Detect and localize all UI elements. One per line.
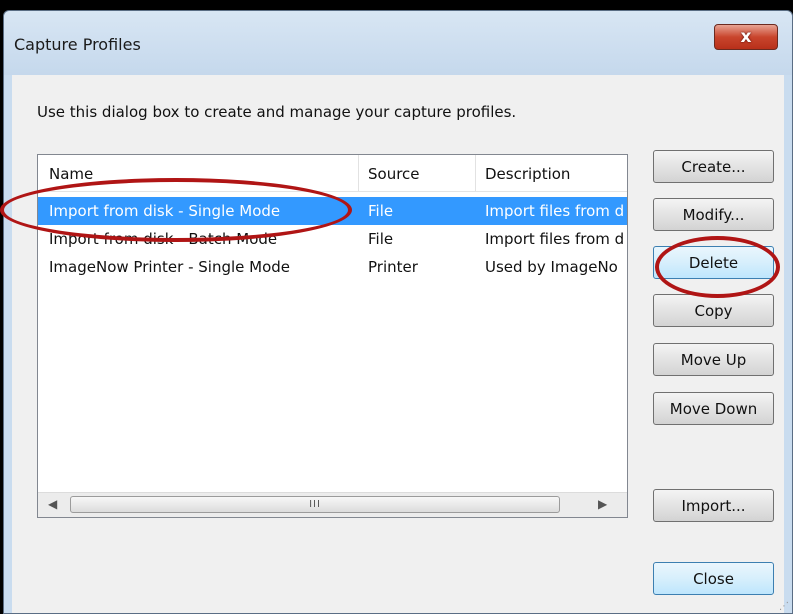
row-source: File <box>368 230 394 248</box>
close-button[interactable]: Close <box>653 562 774 595</box>
row-description: Used by ImageNo <box>485 258 618 276</box>
scroll-right-arrow-icon[interactable]: ▶ <box>598 497 607 511</box>
dialog-title: Capture Profiles <box>14 35 141 54</box>
move-up-button[interactable]: Move Up <box>653 343 774 376</box>
list-row-import-single[interactable]: Import from disk - Single Mode File Impo… <box>38 197 627 225</box>
row-name: Import from disk - Batch Mode <box>49 230 278 248</box>
horizontal-scrollbar[interactable]: ◀ III ▶ <box>38 492 627 517</box>
close-window-button[interactable]: x <box>714 24 778 50</box>
move-down-button[interactable]: Move Down <box>653 392 774 425</box>
instructions-text: Use this dialog box to create and manage… <box>37 103 517 121</box>
row-description: Import files from d <box>485 230 625 248</box>
import-button[interactable]: Import... <box>653 489 774 522</box>
row-description: Import files from d <box>485 202 625 220</box>
column-divider[interactable] <box>358 155 359 191</box>
resize-grip-icon[interactable]: ⋰ <box>779 601 789 612</box>
list-row-imagenow-printer[interactable]: ImageNow Printer - Single Mode Printer U… <box>38 253 627 281</box>
row-name: Import from disk - Single Mode <box>49 202 281 220</box>
list-row-import-batch[interactable]: Import from disk - Batch Mode File Impor… <box>38 225 627 253</box>
column-header-description[interactable]: Description <box>485 165 570 183</box>
copy-button[interactable]: Copy <box>653 294 774 327</box>
profiles-list[interactable]: Name Source Description Import from disk… <box>37 154 628 518</box>
delete-button[interactable]: Delete <box>653 246 774 279</box>
list-header: Name Source Description <box>38 155 627 192</box>
column-header-source[interactable]: Source <box>368 165 420 183</box>
create-button[interactable]: Create... <box>653 150 774 183</box>
scroll-left-arrow-icon[interactable]: ◀ <box>48 497 57 511</box>
column-header-name[interactable]: Name <box>49 165 93 183</box>
modify-button[interactable]: Modify... <box>653 198 774 231</box>
row-name: ImageNow Printer - Single Mode <box>49 258 291 276</box>
row-source: Printer <box>368 258 418 276</box>
close-icon: x <box>740 27 752 47</box>
scrollbar-thumb[interactable]: III <box>70 496 560 513</box>
column-divider[interactable] <box>475 155 476 191</box>
row-source: File <box>368 202 394 220</box>
scrollbar-grip-icon: III <box>309 499 321 510</box>
title-bar[interactable]: Capture Profiles x <box>4 11 792 75</box>
